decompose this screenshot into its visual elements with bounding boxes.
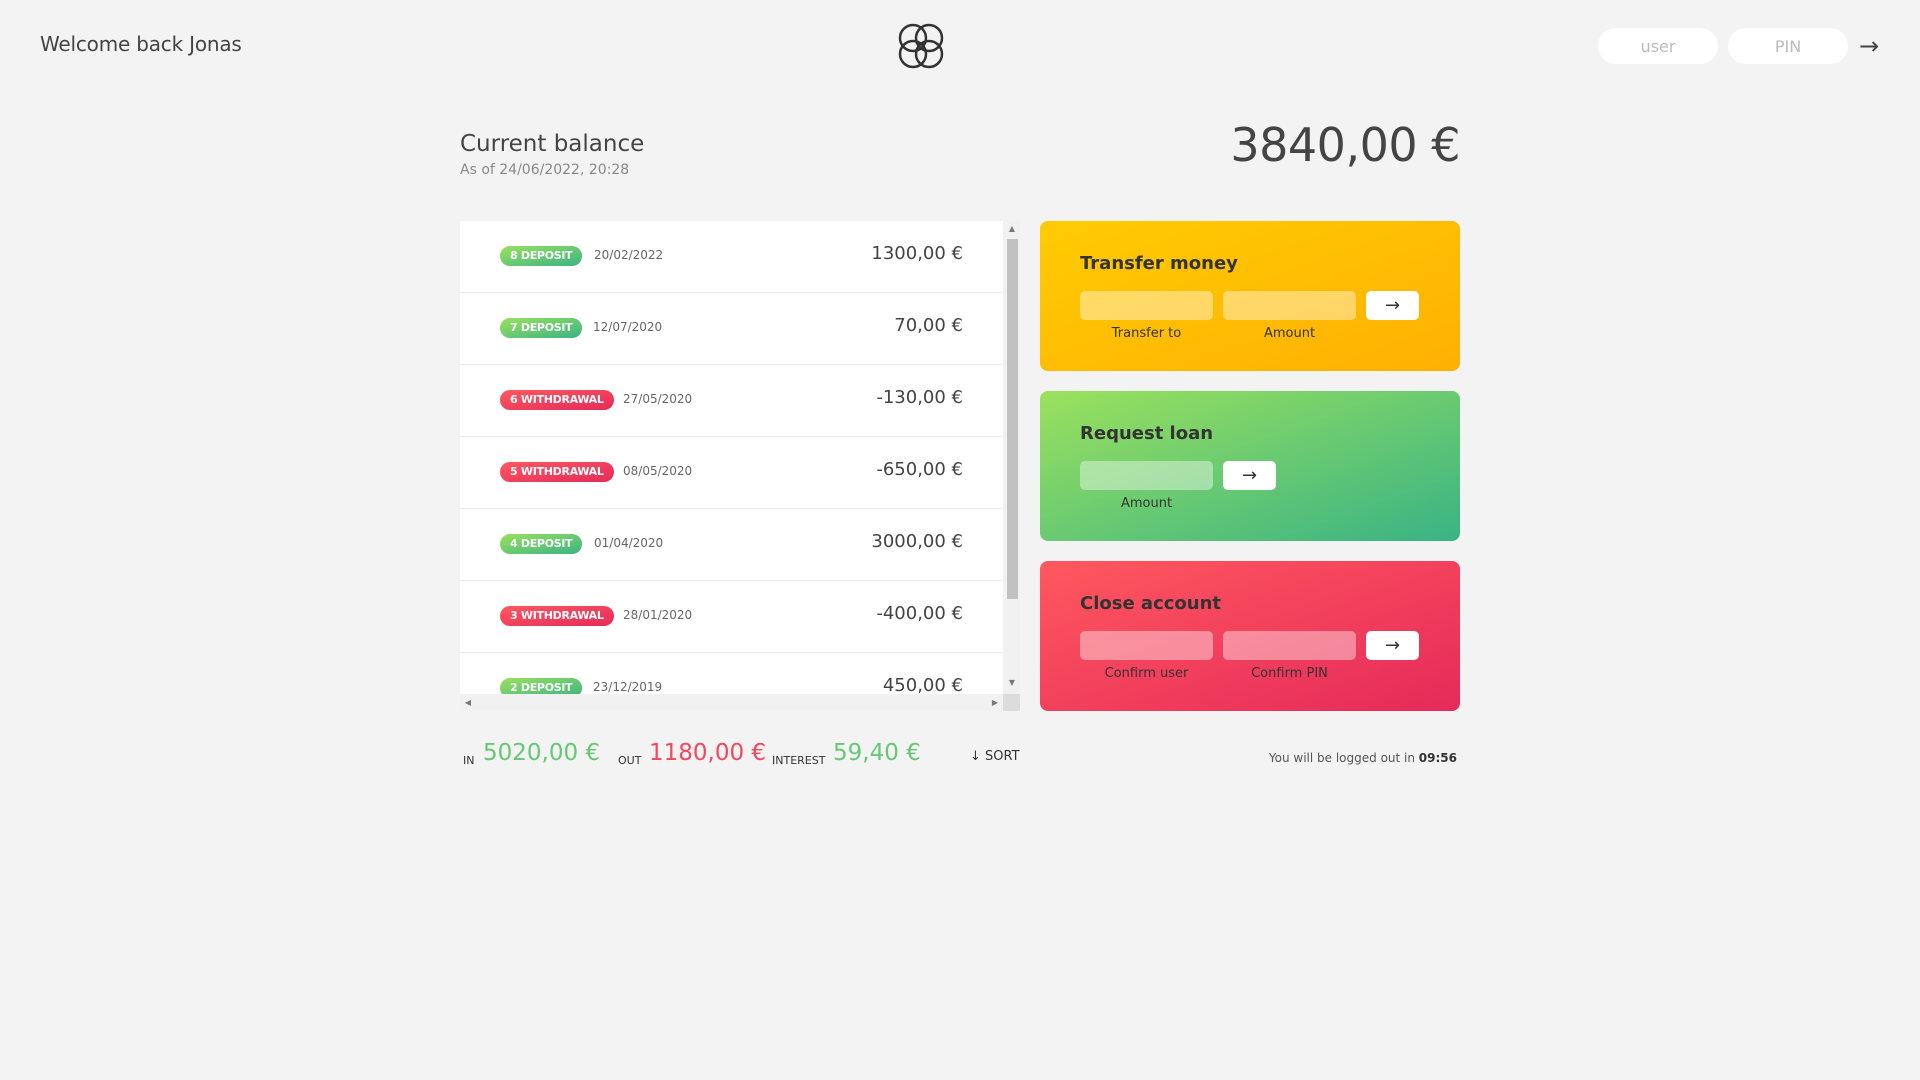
movement-type-badge: 6 withdrawal: [500, 390, 614, 410]
close-pin-label: Confirm PIN: [1251, 666, 1328, 681]
login-button[interactable]: →: [1854, 30, 1884, 62]
balance-value: 3840,00 €: [1230, 118, 1460, 172]
summary-out-value: 1180,00 €: [649, 740, 767, 766]
scroll-up-icon[interactable]: ▲: [1007, 223, 1017, 235]
movement-value: -650,00 €: [876, 459, 963, 480]
login-user-input[interactable]: [1598, 28, 1718, 64]
movement-type-badge: 5 withdrawal: [500, 462, 614, 482]
scrollbar-thumb[interactable]: [1007, 239, 1018, 599]
movement-row: 7 deposit 12/07/2020 70,00 €: [460, 293, 1003, 365]
close-pin-input[interactable]: [1223, 631, 1356, 660]
movements-list[interactable]: 8 deposit 20/02/2022 1300,00 € 7 deposit…: [460, 221, 1020, 711]
movement-date: 20/02/2022: [594, 248, 664, 262]
movement-type-badge: 3 withdrawal: [500, 606, 614, 626]
scrollbar-corner: [1003, 694, 1020, 711]
horizontal-scrollbar[interactable]: ◀ ▶: [460, 694, 1003, 711]
close-user-input[interactable]: [1080, 631, 1213, 660]
summary-out-label: Out: [618, 754, 642, 767]
movement-type-badge: 4 deposit: [500, 534, 583, 554]
logout-text: You will be logged out in: [1268, 751, 1419, 765]
transfer-panel: Transfer money → Transfer to Amount: [1040, 221, 1460, 371]
logout-timer: You will be logged out in 09:56: [1269, 751, 1457, 765]
scroll-right-icon[interactable]: ▶: [989, 697, 1001, 709]
loan-panel: Request loan → Amount: [1040, 391, 1460, 541]
transfer-to-input[interactable]: [1080, 291, 1213, 320]
movement-date: 12/07/2020: [593, 320, 663, 334]
summary-interest-label: Interest: [772, 754, 826, 767]
movement-date: 01/04/2020: [594, 536, 664, 550]
movement-value: 70,00 €: [894, 315, 963, 336]
movement-type-badge: 8 deposit: [500, 246, 583, 266]
movement-date: 28/01/2020: [623, 608, 693, 622]
balance-label: Current balance: [460, 131, 645, 157]
transfer-to-label: Transfer to: [1111, 326, 1182, 341]
transfer-amount-input[interactable]: [1223, 291, 1356, 320]
movement-row: 6 withdrawal 27/05/2020 -130,00 €: [460, 365, 1003, 437]
movement-row: 5 withdrawal 08/05/2020 -650,00 €: [460, 437, 1003, 509]
loan-amount-input[interactable]: [1080, 461, 1213, 490]
movement-value: -400,00 €: [876, 603, 963, 624]
summary: In 5020,00 € Out 1180,00 € Interest 59,4…: [460, 740, 1020, 780]
movement-date: 08/05/2020: [623, 464, 693, 478]
login-pin-input[interactable]: [1728, 28, 1848, 64]
close-button[interactable]: →: [1366, 631, 1419, 660]
welcome-message: Welcome back Jonas: [40, 32, 242, 56]
loan-title: Request loan: [1080, 423, 1214, 444]
close-panel: Close account → Confirm user Confirm PIN: [1040, 561, 1460, 711]
balance-date: As of 24/06/2022, 20:28: [460, 162, 630, 178]
movement-value: -130,00 €: [876, 387, 963, 408]
logout-time: 09:56: [1418, 751, 1457, 765]
vertical-scrollbar[interactable]: ▲ ▼: [1003, 221, 1020, 711]
close-title: Close account: [1080, 593, 1222, 614]
sort-button[interactable]: ↓ SORT: [970, 749, 1020, 764]
scroll-left-icon[interactable]: ◀: [462, 697, 474, 709]
summary-in-value: 5020,00 €: [483, 740, 601, 766]
logo-icon: [898, 23, 944, 69]
close-user-label: Confirm user: [1104, 666, 1189, 681]
movement-value: 3000,00 €: [871, 531, 963, 552]
loan-amount-label: Amount: [1120, 496, 1173, 511]
loan-button[interactable]: →: [1223, 461, 1276, 490]
top-nav: Welcome back Jonas →: [0, 0, 1920, 94]
movement-row: 8 deposit 20/02/2022 1300,00 €: [460, 221, 1003, 293]
movement-date: 27/05/2020: [623, 392, 693, 406]
movement-value: 1300,00 €: [871, 243, 963, 264]
movement-row: 3 withdrawal 28/01/2020 -400,00 €: [460, 581, 1003, 653]
summary-interest-value: 59,40 €: [833, 740, 921, 766]
transfer-amount-label: Amount: [1263, 326, 1316, 341]
scroll-down-icon[interactable]: ▼: [1007, 677, 1017, 689]
movement-row: 4 deposit 01/04/2020 3000,00 €: [460, 509, 1003, 581]
transfer-title: Transfer money: [1080, 253, 1238, 274]
summary-in-label: In: [463, 754, 475, 767]
transfer-button[interactable]: →: [1366, 291, 1419, 320]
movement-type-badge: 7 deposit: [500, 318, 583, 338]
movement-value: 450,00 €: [882, 675, 963, 696]
movement-date: 23/12/2019: [593, 680, 663, 694]
